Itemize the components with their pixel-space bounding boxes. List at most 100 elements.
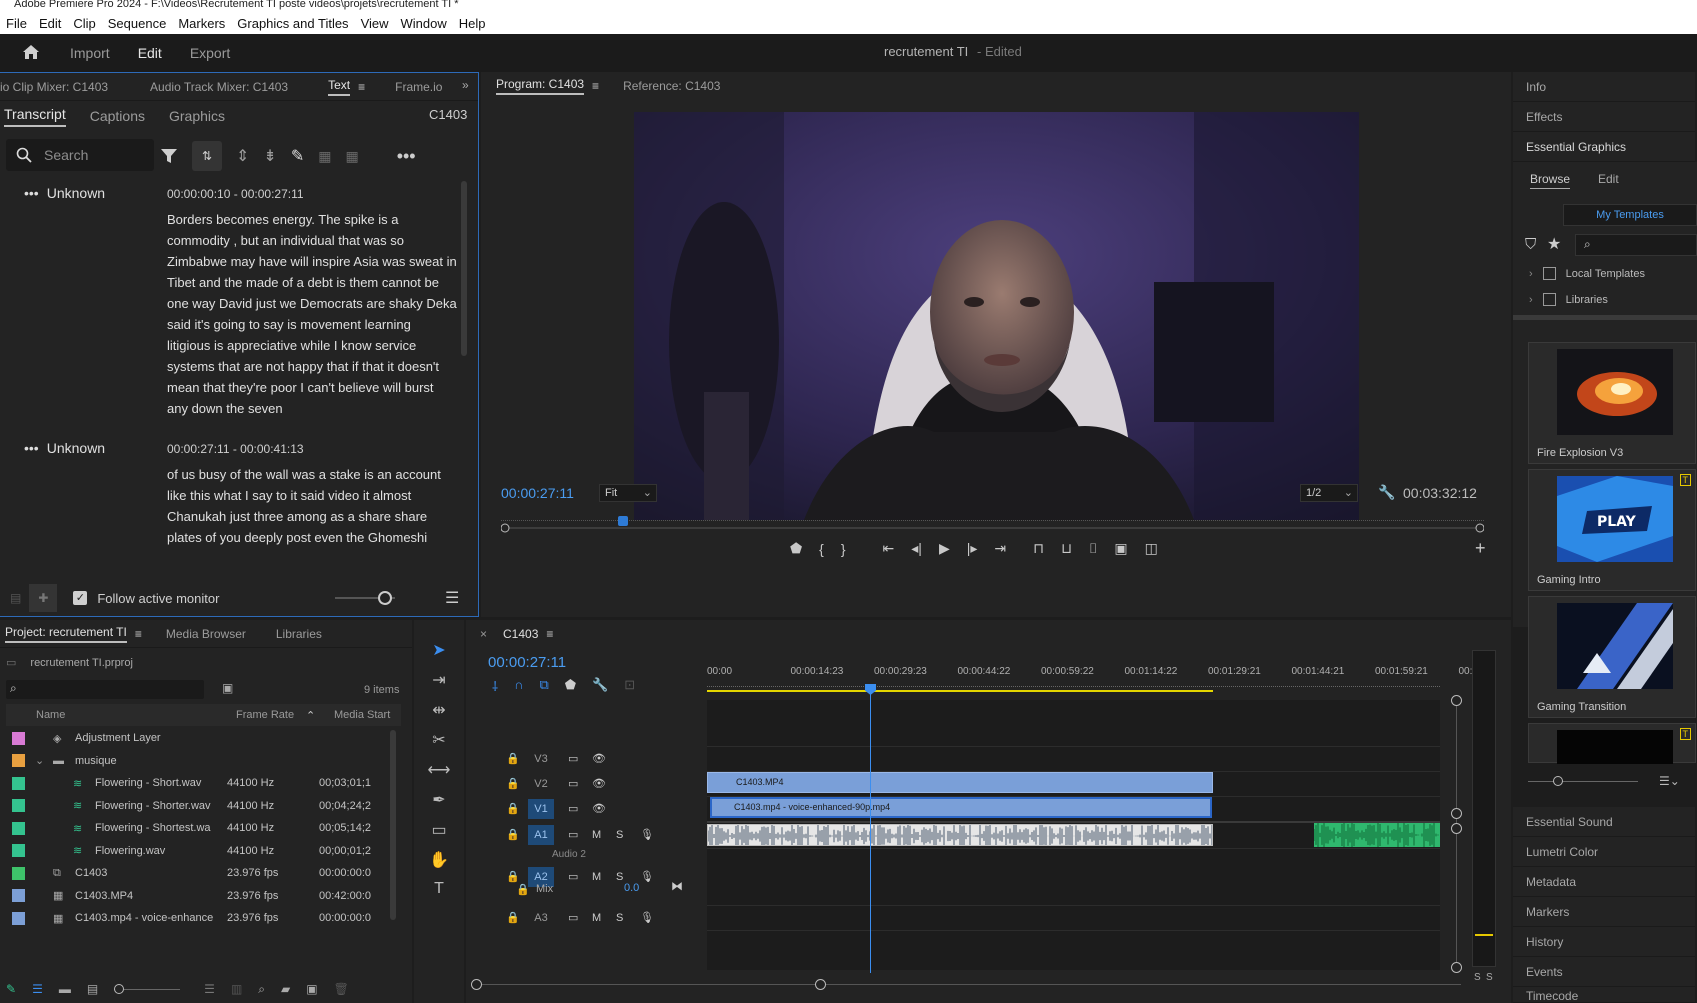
panel-lumetri-color[interactable]: Lumetri Color — [1513, 837, 1695, 867]
solo-right-icon[interactable]: S — [1486, 972, 1493, 983]
star-icon[interactable]: ★ — [1547, 234, 1561, 254]
pen-icon[interactable]: ✒ — [432, 790, 445, 810]
menu-sequence[interactable]: Sequence — [108, 16, 167, 31]
label-color-swatch[interactable] — [12, 889, 25, 902]
project-row[interactable]: ⌄ ▬ musique — [0, 749, 400, 773]
sync-icon[interactable]: ⇅ — [192, 141, 222, 171]
track-output-icon[interactable]: ▭ — [568, 777, 592, 790]
clip-a1[interactable] — [707, 824, 1213, 846]
play-icon[interactable]: ▶ — [939, 540, 950, 557]
list-view-icon[interactable]: ☰ — [32, 982, 43, 996]
lock-icon[interactable]: 🔒 — [506, 911, 528, 924]
clip-v1[interactable]: C1403.mp4 - voice-enhanced-90p.mp4 — [710, 797, 1212, 818]
clip-music[interactable] — [1314, 823, 1440, 847]
tab-captions[interactable]: Captions — [90, 108, 145, 124]
tree-libraries[interactable]: › Libraries — [1529, 293, 1608, 306]
search-input[interactable]: Search — [6, 139, 154, 171]
pencil-icon[interactable]: ✎ — [291, 146, 304, 166]
solo-icon[interactable]: S — [616, 829, 640, 841]
snap-icon[interactable]: ∩ — [514, 677, 523, 695]
tab-sequence[interactable]: C1403 — [503, 627, 538, 641]
tab-program[interactable]: Program: C1403 — [496, 77, 585, 95]
expand-icon[interactable]: » — [462, 78, 469, 92]
template-card[interactable]: Fire Explosion V3 — [1528, 342, 1696, 464]
edit-tab[interactable]: Edit — [138, 45, 162, 61]
program-timecode[interactable]: 00:00:27:11 — [501, 485, 574, 501]
expand-folder-icon[interactable]: ⌄ — [35, 754, 53, 767]
sort-icon[interactable]: ☰ — [204, 982, 215, 996]
go-to-in-icon[interactable]: ⇤ — [883, 540, 895, 557]
eye-icon[interactable]: 👁 — [592, 752, 606, 765]
sync-lock-icon[interactable]: ▭ — [568, 870, 592, 883]
follow-checkbox[interactable]: ✓ — [73, 591, 88, 605]
fit-dropdown[interactable]: Fit ⌄ — [599, 484, 657, 502]
mix-value[interactable]: 0.0 — [624, 882, 639, 894]
mic-icon[interactable]: 🎙 — [640, 911, 654, 924]
menu-help[interactable]: Help — [459, 16, 486, 31]
playhead-handle[interactable] — [865, 684, 876, 695]
timeline-ruler[interactable]: 00:00 00:00:14:23 00:00:29:23 00:00:44:22 00… — [707, 662, 1478, 692]
label-color-swatch[interactable] — [12, 821, 25, 835]
more-icon[interactable]: ••• — [397, 146, 416, 167]
new-bin-icon[interactable]: ▰ — [281, 982, 290, 996]
track-header-a3[interactable]: 🔒 A3 ▭ M S 🎙 — [506, 905, 741, 930]
split-icon[interactable]: ▦ — [318, 148, 331, 165]
project-row[interactable]: ▦ C1403.MP4 23.976 fps 00:42:00:0 — [0, 884, 400, 908]
panel-menu-icon[interactable]: ≡ — [592, 79, 599, 93]
track-header-a2[interactable]: 🔒 A2 ▭ M S 🎙 — [506, 848, 741, 905]
mic-icon[interactable]: 🎙 — [640, 870, 654, 883]
project-search-input[interactable]: ⌕ — [6, 680, 204, 699]
label-color-swatch[interactable] — [12, 754, 25, 767]
lock-icon[interactable]: 🔒 — [506, 828, 528, 841]
home-icon[interactable] — [22, 44, 40, 63]
tab-audio-track-mixer[interactable]: Audio Track Mixer: C1403 — [150, 80, 288, 94]
track-header-v1[interactable]: 🔒 V1 ▭ 👁 — [506, 796, 741, 821]
track-select-icon[interactable]: ⇥ — [432, 670, 445, 690]
menu-edit[interactable]: Edit — [39, 16, 61, 31]
freeform-view-icon[interactable]: ▤ — [87, 982, 98, 996]
timeline-zoom-bar[interactable] — [476, 984, 1461, 985]
track-area[interactable]: C1403.MP4 C1403.mp4 - voice-enhanced-90p… — [707, 700, 1440, 970]
track-output-icon[interactable]: ▭ — [568, 802, 592, 815]
slip-icon[interactable]: ⟷ — [428, 760, 451, 780]
export-tab[interactable]: Export — [190, 45, 230, 61]
sort-menu-icon[interactable]: ☰⌄ — [1659, 774, 1680, 788]
linked-selection-icon[interactable]: ⧉ — [539, 677, 548, 695]
track-target[interactable]: V2 — [528, 774, 554, 794]
track-target[interactable]: V1 — [528, 798, 554, 819]
slider-handle[interactable] — [378, 591, 392, 605]
label-color-swatch[interactable] — [12, 731, 25, 745]
insert-icon[interactable]: ✚ — [29, 584, 58, 612]
solo-icon[interactable]: S — [616, 912, 640, 924]
add-marker-icon[interactable]: ⬟ — [790, 540, 802, 557]
label-color-swatch[interactable] — [12, 844, 25, 857]
panel-metadata[interactable]: Metadata — [1513, 867, 1695, 897]
solo-left-icon[interactable]: S — [1474, 972, 1481, 983]
tab-text[interactable]: Text — [328, 78, 351, 96]
lock-icon[interactable]: 🔒 — [516, 883, 530, 896]
track-target[interactable]: A1 — [528, 824, 554, 845]
template-card[interactable]: PLAY T Gaming Intro — [1528, 469, 1696, 591]
add-button-icon[interactable]: + — [1475, 538, 1486, 559]
project-row[interactable]: ≋ Flowering - Shortest.wa 44100 Hz 00;05;14… — [0, 816, 400, 840]
find-icon[interactable]: ⌕ — [258, 982, 265, 997]
lock-icon[interactable]: 🔒 — [506, 777, 528, 790]
hand-icon[interactable]: ✋ — [429, 850, 449, 870]
project-row[interactable]: ≋ Flowering - Shorter.wav 44100 Hz 00;04;24… — [0, 794, 400, 818]
tab-clip-mixer[interactable]: io Clip Mixer: C1403 — [0, 80, 108, 94]
video-frame[interactable] — [634, 112, 1359, 520]
tab-project[interactable]: Project: recrutement TI — [5, 625, 127, 643]
track-target[interactable]: A3 — [528, 908, 554, 928]
transcript-scrollbar[interactable] — [461, 181, 467, 356]
automate-icon[interactable]: ▥ — [231, 982, 242, 996]
project-row[interactable]: ⧉ C1403 23.976 fps 00:00:00:0 — [0, 861, 400, 885]
menu-file[interactable]: File — [6, 16, 27, 31]
caption-icon[interactable]: ▤ — [10, 591, 21, 605]
panel-essential-graphics[interactable]: Essential Graphics — [1513, 132, 1695, 162]
segment-text[interactable]: of us busy of the wall was a stake is an… — [167, 464, 457, 548]
sort-up-icon[interactable]: ⌃ — [306, 709, 326, 722]
merge-icon[interactable]: ▦ — [345, 148, 358, 165]
go-to-out-icon[interactable]: ⇥ — [994, 540, 1006, 557]
menu-view[interactable]: View — [361, 16, 389, 31]
expand-all-icon[interactable]: ⇕ — [236, 146, 249, 166]
